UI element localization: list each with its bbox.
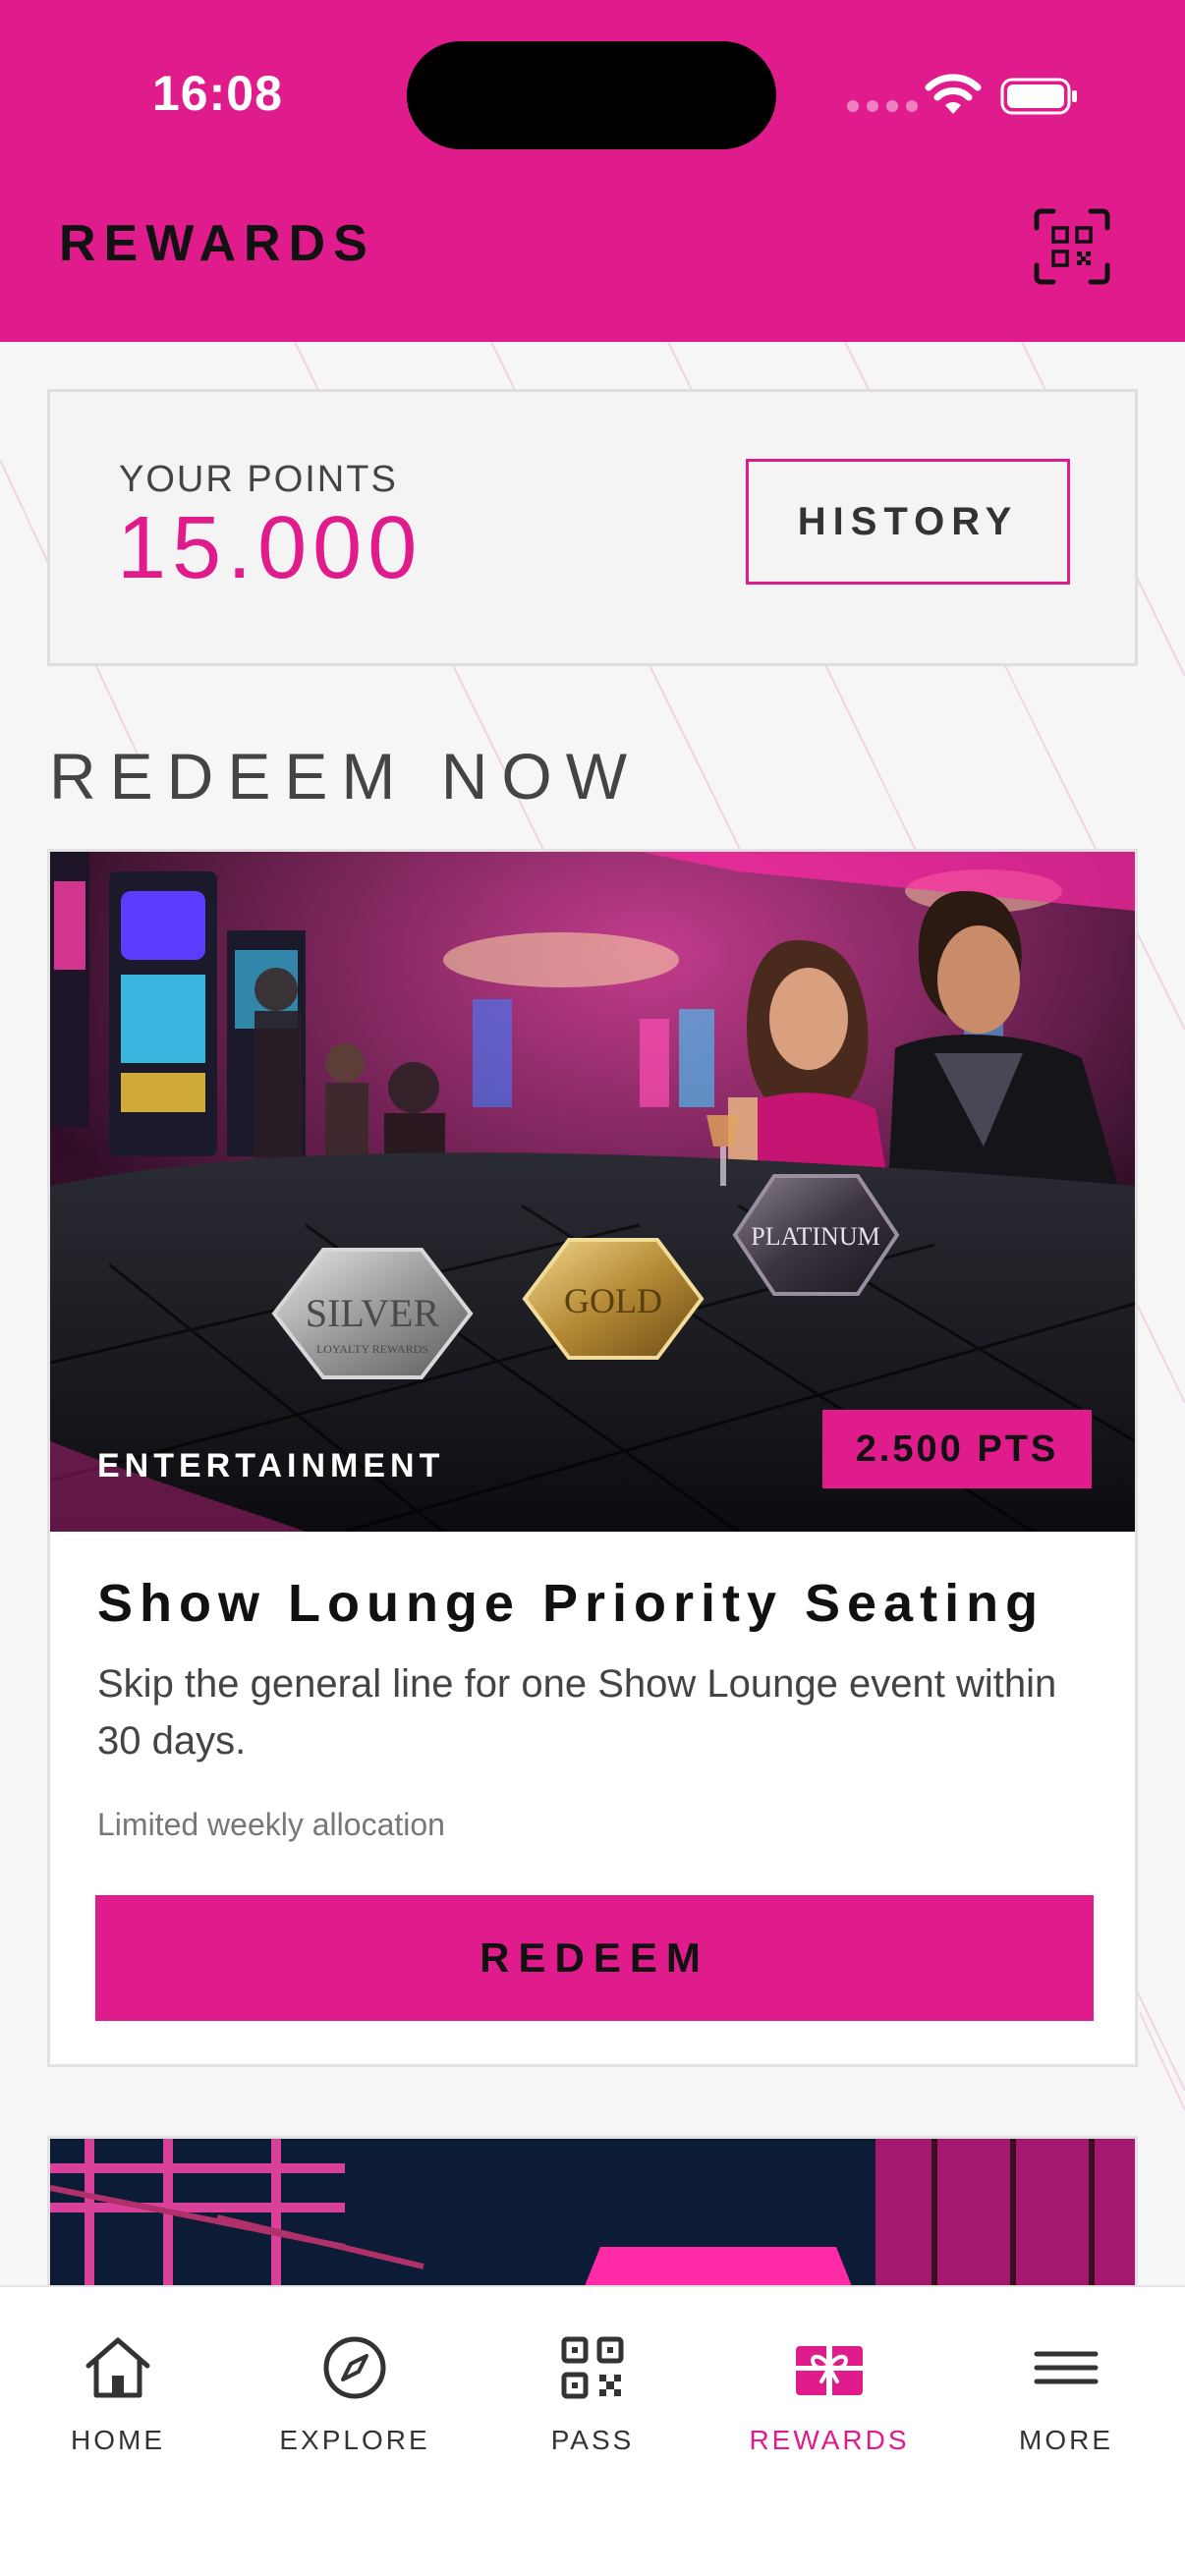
points-card: YOUR POINTS 15.000 HISTORY xyxy=(47,389,1138,666)
reward-points-badge: 2.500 PTS xyxy=(822,1410,1092,1488)
home-icon xyxy=(85,2337,150,2398)
section-title: REDEEM NOW xyxy=(49,740,641,812)
qr-scan-icon[interactable] xyxy=(1034,208,1110,285)
reward-description: Skip the general line for one Show Loung… xyxy=(97,1662,1057,1763)
nav-home[interactable]: HOME xyxy=(20,2330,216,2488)
reward-image: SILVER LOYALTY REWARDS GOLD PLATINUM ENT… xyxy=(50,852,1135,1532)
battery-icon xyxy=(1000,78,1077,115)
reward-card-next[interactable] xyxy=(47,2136,1138,2293)
bottom-navigation: HOME EXPLORE PASS REWARDS MORE xyxy=(0,2285,1185,2576)
reward-title: Show Lounge Priority Seating xyxy=(97,1574,1045,1633)
dynamic-island xyxy=(407,41,776,149)
qr-icon xyxy=(561,2336,624,2399)
reward-card[interactable]: SILVER LOYALTY REWARDS GOLD PLATINUM ENT… xyxy=(47,849,1138,2067)
menu-icon xyxy=(1034,2351,1099,2384)
gold-badge-text: GOLD xyxy=(564,1281,662,1320)
nav-explore[interactable]: EXPLORE xyxy=(256,2330,453,2488)
page-title: REWARDS xyxy=(59,215,375,272)
silver-badge-subtext: LOYALTY REWARDS xyxy=(316,1342,428,1356)
reward-category: ENTERTAINMENT xyxy=(97,1447,445,1484)
nav-more[interactable]: MORE xyxy=(968,2330,1164,2488)
points-value: 15.000 xyxy=(117,499,423,597)
redeem-button[interactable]: REDEEM xyxy=(95,1895,1094,2021)
compass-icon xyxy=(323,2336,386,2399)
silver-badge-text: SILVER xyxy=(306,1291,440,1335)
gift-icon xyxy=(796,2346,863,2395)
status-time: 16:08 xyxy=(152,66,283,121)
app-header: 16:08 REWARDS xyxy=(0,0,1185,342)
points-label: YOUR POINTS xyxy=(119,459,398,500)
nav-explore-label: EXPLORE xyxy=(279,2425,430,2455)
nav-pass[interactable]: PASS xyxy=(494,2330,691,2488)
history-button[interactable]: HISTORY xyxy=(746,459,1070,585)
wifi-icon xyxy=(925,74,982,114)
platinum-badge-text: PLATINUM xyxy=(751,1222,879,1251)
nav-rewards[interactable]: REWARDS xyxy=(731,2330,928,2488)
nav-home-label: HOME xyxy=(71,2425,165,2455)
cellular-signal-icon xyxy=(847,100,918,112)
nav-rewards-label: REWARDS xyxy=(749,2425,910,2455)
reward-note: Limited weekly allocation xyxy=(97,1807,445,1842)
nav-pass-label: PASS xyxy=(550,2425,635,2455)
rooftop-lounge-illustration xyxy=(50,2139,1135,2290)
nav-more-label: MORE xyxy=(1019,2425,1113,2455)
